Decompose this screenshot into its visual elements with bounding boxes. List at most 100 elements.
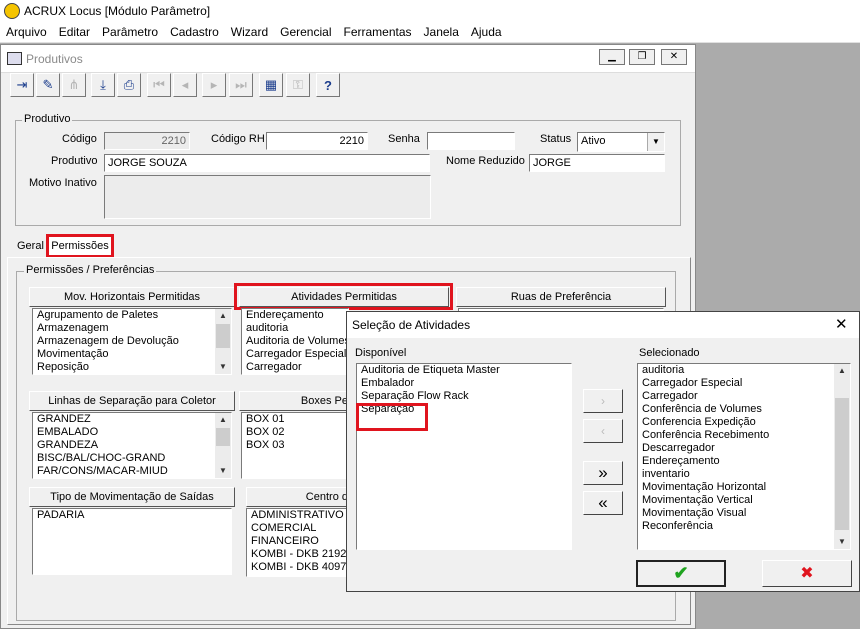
list-item[interactable]: auditoria xyxy=(242,322,348,335)
list-item[interactable]: Carregador Especial xyxy=(242,348,348,361)
list-item[interactable]: BOX 01 xyxy=(242,413,348,426)
dialog-close-button[interactable]: ✕ xyxy=(835,315,848,333)
remove-all-button[interactable]: « xyxy=(583,491,623,515)
list-item[interactable]: Movimentação Horizontal xyxy=(638,481,850,494)
ok-button[interactable]: ✔ xyxy=(636,560,726,587)
disponivel-list[interactable]: Auditoria de Etiqueta Master Embalador S… xyxy=(356,363,572,550)
scroll-up-icon[interactable]: ▲ xyxy=(215,309,231,323)
save-button[interactable]: ⤓ xyxy=(91,73,115,97)
chevron-down-icon[interactable]: ▼ xyxy=(647,133,664,151)
list-item[interactable]: Reposição xyxy=(33,361,231,374)
list-item[interactable]: FINANCEIRO xyxy=(247,535,348,548)
linhas-list[interactable]: GRANDEZ EMBALADO GRANDEZA BISC/BAL/CHOC-… xyxy=(32,412,232,479)
list-item[interactable]: auditoria xyxy=(638,364,850,377)
tab-geral[interactable]: Geral xyxy=(17,240,44,252)
menu-wizard[interactable]: Wizard xyxy=(225,22,274,42)
list-item[interactable]: Armazenagem de Devolução xyxy=(33,335,231,348)
mov-horizontais-header[interactable]: Mov. Horizontais Permitidas xyxy=(29,287,235,307)
menu-arquivo[interactable]: Arquivo xyxy=(0,22,53,42)
list-item[interactable]: FAR/CONS/MACAR-MIUD xyxy=(33,465,231,478)
centro-list[interactable]: ADMINISTRATIVO COMERCIAL FINANCEIRO KOMB… xyxy=(246,508,349,577)
list-item[interactable]: ADMINISTRATIVO xyxy=(247,509,348,522)
list-item[interactable]: Reconferência xyxy=(638,520,850,533)
next-record-button[interactable]: ▸ xyxy=(202,73,226,97)
menu-gerencial[interactable]: Gerencial xyxy=(274,22,337,42)
list-item[interactable]: Descarregador xyxy=(638,442,850,455)
list-item[interactable]: KOMBI - DKB 2192 xyxy=(247,548,348,561)
cancel-button[interactable]: ✖ xyxy=(762,560,852,587)
ruas-header[interactable]: Ruas de Preferência xyxy=(456,287,666,307)
list-item[interactable]: Agrupamento de Paletes xyxy=(33,309,231,322)
exit-button[interactable]: ⇥ xyxy=(10,73,34,97)
list-item[interactable]: GRANDEZA xyxy=(33,439,231,452)
mov-horizontais-scrollbar[interactable]: ▲ ▼ xyxy=(215,309,231,374)
list-item[interactable]: Conferencia Expedição xyxy=(638,416,850,429)
scroll-down-icon[interactable]: ▼ xyxy=(215,360,231,374)
tipo-movimentacao-header[interactable]: Tipo de Movimentação de Saídas xyxy=(29,487,235,507)
tipo-movimentacao-list[interactable]: PADARIA xyxy=(32,508,232,575)
list-item[interactable]: KOMBI - DKB 4097 xyxy=(247,561,348,574)
scroll-down-icon[interactable]: ▼ xyxy=(215,464,231,478)
list-item[interactable]: inventario xyxy=(638,468,850,481)
restore-button[interactable]: ❐ xyxy=(629,49,655,65)
list-item[interactable]: BOX 02 xyxy=(242,426,348,439)
list-item[interactable]: GRANDEZ xyxy=(33,413,231,426)
senha-field[interactable] xyxy=(427,132,515,150)
produtivo-field[interactable]: JORGE SOUZA xyxy=(104,154,430,172)
list-item[interactable]: Endereçamento xyxy=(242,309,348,322)
list-item[interactable]: Movimentação Visual xyxy=(638,507,850,520)
menu-ajuda[interactable]: Ajuda xyxy=(465,22,508,42)
minimize-button[interactable]: ▁ xyxy=(599,49,625,65)
menu-cadastro[interactable]: Cadastro xyxy=(164,22,225,42)
list-item[interactable]: Separação Flow Rack xyxy=(357,390,571,403)
selecionado-scrollbar[interactable]: ▲ ▼ xyxy=(834,364,850,549)
tree-button[interactable]: ⋔ xyxy=(62,73,86,97)
list-item[interactable]: PADARIA xyxy=(33,509,231,522)
menu-janela[interactable]: Janela xyxy=(418,22,465,42)
mov-horizontais-list[interactable]: Agrupamento de Paletes Armazenagem Armaz… xyxy=(32,308,232,375)
list-item[interactable]: Carregador Especial xyxy=(638,377,850,390)
status-select[interactable]: Ativo ▼ xyxy=(577,132,665,152)
list-item[interactable]: Carregador xyxy=(242,361,348,374)
help-button[interactable]: ? xyxy=(316,73,340,97)
first-record-button[interactable]: ⏮ xyxy=(147,73,171,97)
motivo-inativo-field[interactable] xyxy=(104,175,431,219)
window-close-button[interactable]: ✕ xyxy=(661,49,687,65)
scroll-up-icon[interactable]: ▲ xyxy=(215,413,231,427)
menu-editar[interactable]: Editar xyxy=(53,22,96,42)
list-item[interactable]: Armazenagem xyxy=(33,322,231,335)
add-all-button[interactable]: » xyxy=(583,461,623,485)
linhas-header[interactable]: Linhas de Separação para Coletor xyxy=(29,391,235,411)
list-item[interactable]: Embalador xyxy=(357,377,571,390)
atividades-list[interactable]: Endereçamento auditoria Auditoria de Vol… xyxy=(241,308,349,375)
tab-permissoes[interactable]: Permissões xyxy=(46,234,114,258)
lock-button[interactable]: ⚿ xyxy=(286,73,310,97)
print-button[interactable]: ⎙ xyxy=(117,73,141,97)
nome-reduzido-field[interactable]: JORGE xyxy=(529,154,665,172)
codigo-rh-field[interactable]: 2210 xyxy=(266,132,368,150)
list-item[interactable]: EMBALADO xyxy=(33,426,231,439)
centro-header[interactable]: Centro d xyxy=(246,487,349,507)
list-item[interactable]: BOX 03 xyxy=(242,439,348,452)
edit-button[interactable]: ✎ xyxy=(36,73,60,97)
remove-one-button[interactable]: ‹ xyxy=(583,419,623,443)
add-one-button[interactable]: › xyxy=(583,389,623,413)
last-record-button[interactable]: ⏭ xyxy=(229,73,253,97)
list-item[interactable]: Auditoria de Etiqueta Master xyxy=(357,364,571,377)
list-item[interactable]: Movimentação Vertical xyxy=(638,494,850,507)
list-item[interactable]: Conferência de Volumes xyxy=(638,403,850,416)
list-item[interactable]: Auditoria de Volumes xyxy=(242,335,348,348)
scroll-up-icon[interactable]: ▲ xyxy=(834,364,850,378)
list-item[interactable]: COMERCIAL xyxy=(247,522,348,535)
boxes-list[interactable]: BOX 01 BOX 02 BOX 03 xyxy=(241,412,349,479)
codigo-field[interactable]: 2210 xyxy=(104,132,190,150)
linhas-scrollbar[interactable]: ▲ ▼ xyxy=(215,413,231,478)
boxes-header[interactable]: Boxes Pe xyxy=(239,391,349,411)
scroll-down-icon[interactable]: ▼ xyxy=(834,535,850,549)
list-item[interactable]: Conferência Recebimento xyxy=(638,429,850,442)
film-button[interactable]: ▦ xyxy=(259,73,283,97)
menu-parametro[interactable]: Parâmetro xyxy=(96,22,164,42)
list-item[interactable]: Movimentação xyxy=(33,348,231,361)
prev-record-button[interactable]: ◂ xyxy=(173,73,197,97)
list-item[interactable]: Endereçamento xyxy=(638,455,850,468)
